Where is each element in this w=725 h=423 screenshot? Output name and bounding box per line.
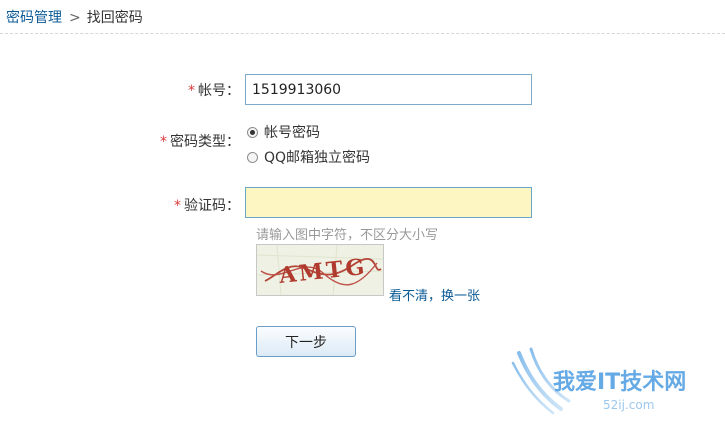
radio-account-password-label: 帐号密码	[264, 125, 320, 141]
account-input[interactable]	[245, 74, 532, 105]
breadcrumb-current: 找回密码	[86, 10, 143, 26]
password-type-label-text: 密码类型：	[170, 134, 240, 150]
captcha-label-text: 验证码：	[184, 198, 240, 214]
breadcrumb: 密码管理 > 找回密码	[6, 8, 143, 28]
password-type-label: * 密码类型：	[130, 132, 240, 152]
watermark-text: 我爱IT技术网	[553, 370, 686, 395]
header-divider	[0, 33, 725, 34]
required-mark: *	[188, 83, 195, 99]
site-watermark: 我爱IT技术网 52ij.com	[505, 339, 725, 419]
required-mark: *	[160, 134, 167, 150]
refresh-captcha-link[interactable]: 看不清，换一张	[389, 285, 480, 304]
captcha-image-graphic: AMTG	[256, 244, 384, 296]
captcha-input[interactable]	[245, 187, 532, 218]
captcha-hint: 请输入图中字符，不区分大小写	[256, 228, 439, 243]
next-step-button[interactable]: 下一步	[256, 326, 356, 357]
radio-qq-mailbox-password[interactable]: QQ邮箱独立密码	[247, 148, 370, 168]
watermark-graphic: 我爱IT技术网 52ij.com	[511, 347, 686, 415]
radio-qq-mailbox-password-label: QQ邮箱独立密码	[264, 150, 371, 166]
breadcrumb-password-management-link[interactable]: 密码管理	[6, 10, 62, 26]
watermark-subtext: 52ij.com	[603, 398, 654, 412]
radio-button-checked[interactable]	[247, 126, 258, 138]
captcha-image[interactable]: AMTG	[256, 244, 384, 296]
radio-button-unchecked[interactable]	[247, 151, 258, 163]
captcha-label: * 验证码：	[150, 196, 240, 216]
radio-account-password[interactable]: 帐号密码	[247, 123, 320, 143]
breadcrumb-separator: >	[69, 10, 81, 26]
required-mark: *	[174, 198, 181, 214]
account-label-text: 帐号：	[198, 83, 240, 99]
account-label: * 帐号：	[150, 81, 240, 101]
